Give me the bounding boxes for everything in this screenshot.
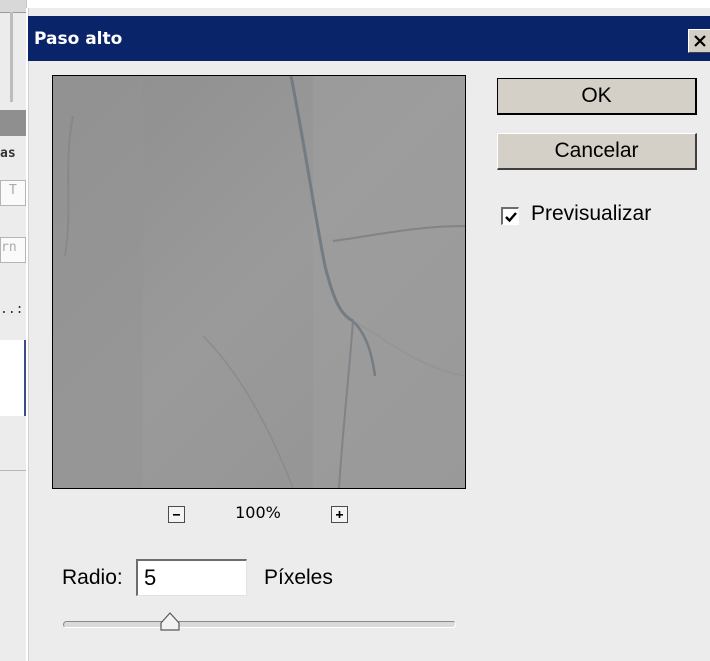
zoom-out-button[interactable] xyxy=(168,506,185,523)
background-app-divider xyxy=(10,12,13,102)
cancel-button[interactable]: Cancelar xyxy=(497,133,697,170)
ok-button[interactable]: OK xyxy=(497,78,697,115)
dialog-titlebar[interactable]: Paso alto xyxy=(28,16,710,61)
background-app-text-fragment: as xyxy=(0,146,16,161)
zoom-in-button[interactable] xyxy=(331,506,348,523)
close-button[interactable] xyxy=(688,29,710,53)
background-app-field[interactable]: rn xyxy=(0,237,26,263)
minus-icon xyxy=(173,514,180,516)
background-app-field[interactable]: T xyxy=(0,180,26,206)
preview-image xyxy=(53,76,465,488)
radius-slider-track[interactable] xyxy=(63,621,456,628)
background-app-field-text: T xyxy=(9,183,17,198)
radius-input[interactable] xyxy=(136,559,247,596)
radius-unit-label: Píxeles xyxy=(264,566,333,589)
dialog-title: Paso alto xyxy=(34,29,123,49)
high-pass-dialog: Paso alto 100% Radio: 5 Píxeles OK Cance… xyxy=(26,8,710,661)
preview-checkbox-label[interactable]: Previsualizar xyxy=(531,202,651,226)
background-app-separator xyxy=(0,470,26,471)
zoom-level: 100% xyxy=(235,503,281,522)
background-app-list[interactable] xyxy=(0,340,27,416)
background-app-header-strip xyxy=(0,110,26,136)
radius-label: Radio: xyxy=(62,566,123,589)
background-app-field-text: rn xyxy=(1,240,17,255)
slider-thumb-icon[interactable] xyxy=(159,611,181,633)
preview-checkbox[interactable] xyxy=(501,207,519,225)
background-app-topbar xyxy=(0,0,26,13)
background-app-text-fragment: ..: xyxy=(0,302,24,317)
checkmark-icon xyxy=(505,212,517,223)
close-x-icon xyxy=(694,35,706,47)
plus-icon xyxy=(336,511,343,518)
filter-preview[interactable] xyxy=(52,75,466,489)
background-app-panel: as T rn ..: xyxy=(0,0,27,661)
